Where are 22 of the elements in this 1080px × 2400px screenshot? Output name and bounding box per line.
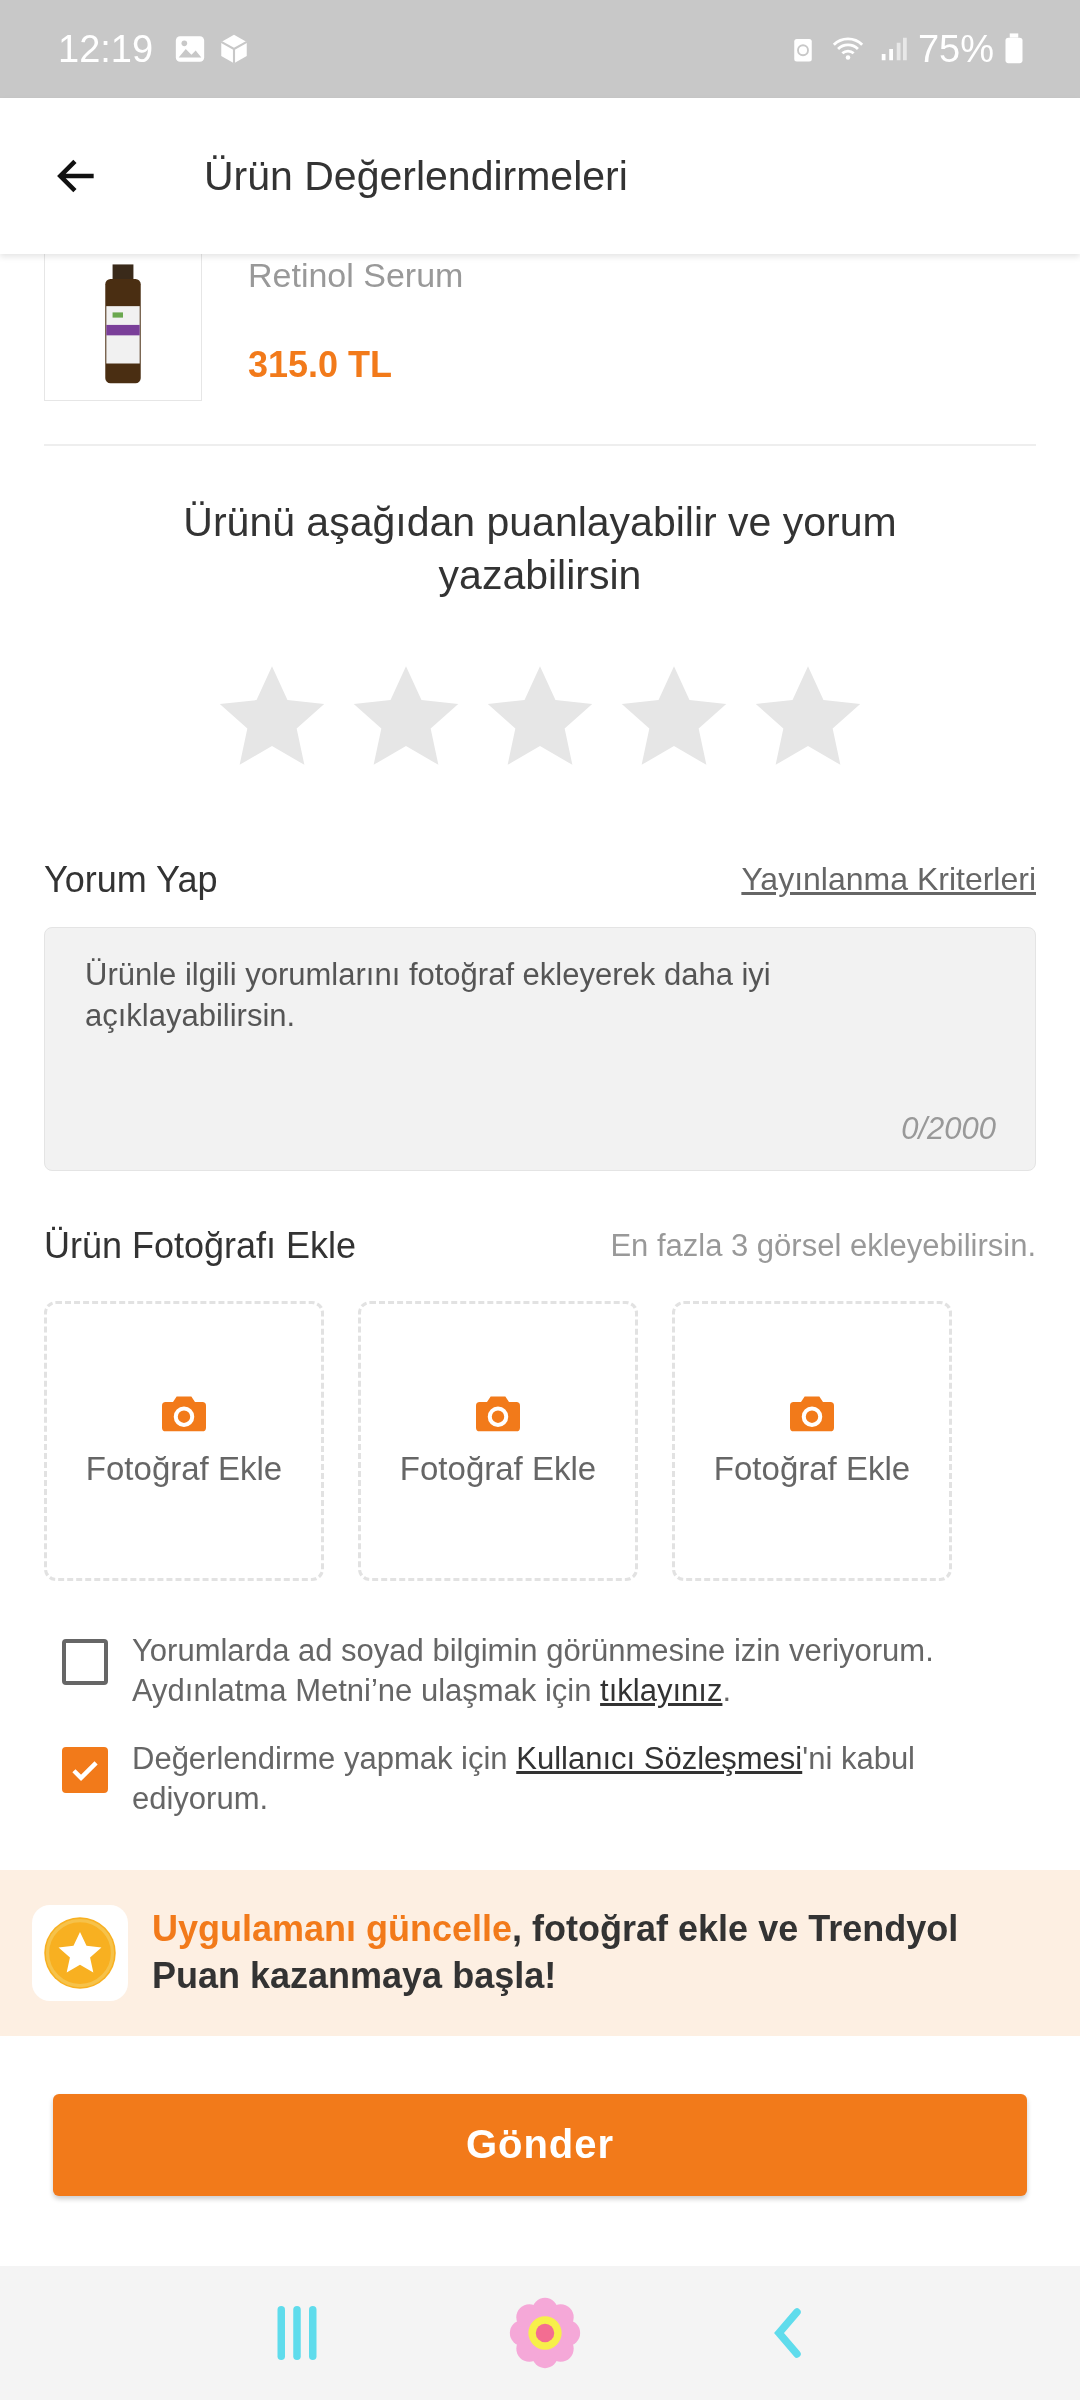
consent-link[interactable]: Kullanıcı Sözleşmesi <box>516 1741 803 1777</box>
page-title: Ürün Değerlendirmeleri <box>204 152 628 200</box>
char-counter: 0/2000 <box>901 1110 996 1147</box>
criteria-link[interactable]: Yayınlanma Kriterleri <box>741 861 1036 899</box>
checkbox[interactable] <box>62 1747 108 1794</box>
checkbox[interactable] <box>62 1638 108 1685</box>
photo-hint: En fazla 3 görsel ekleyebilirsin. <box>610 1227 1036 1264</box>
comment-title: Yorum Yap <box>44 858 218 901</box>
promo-text: Uygulamanı güncelle, fotoğraf ekle ve Trendyol Puan kazanmaya başla! <box>152 1907 960 1998</box>
consent-text: Yorumlarda ad soyad bilgimin görünmesine izin veriyorum. Aydınlatma Metni’ne ulaşmak için tıklayınız. <box>132 1631 935 1710</box>
add-photo-button[interactable]: Fotoğraf Ekle <box>44 1300 324 1581</box>
product-name: Retinol Serum <box>248 256 464 295</box>
consent-text: Değerlendirme yapmak için Kullanıcı Sözleşmesi'ni kabul ediyorum. <box>132 1740 916 1819</box>
add-photo-button[interactable]: Fotoğraf Ekle <box>358 1300 638 1581</box>
add-photo-button[interactable]: Fotoğraf Ekle <box>672 1300 952 1581</box>
rating-prompt: Ürünü aşağıdan puanlayabilir ve yorum yazabilirsin <box>182 498 898 601</box>
consent-link[interactable]: tıklayınız <box>600 1672 723 1708</box>
flower-home-icon[interactable] <box>508 2296 582 2370</box>
battery-icon <box>1004 32 1024 66</box>
photo-title: Ürün Fotoğrafı Ekle <box>44 1224 357 1267</box>
star-badge-icon <box>32 1904 128 2001</box>
product-price: 315.0 TL <box>248 344 394 386</box>
